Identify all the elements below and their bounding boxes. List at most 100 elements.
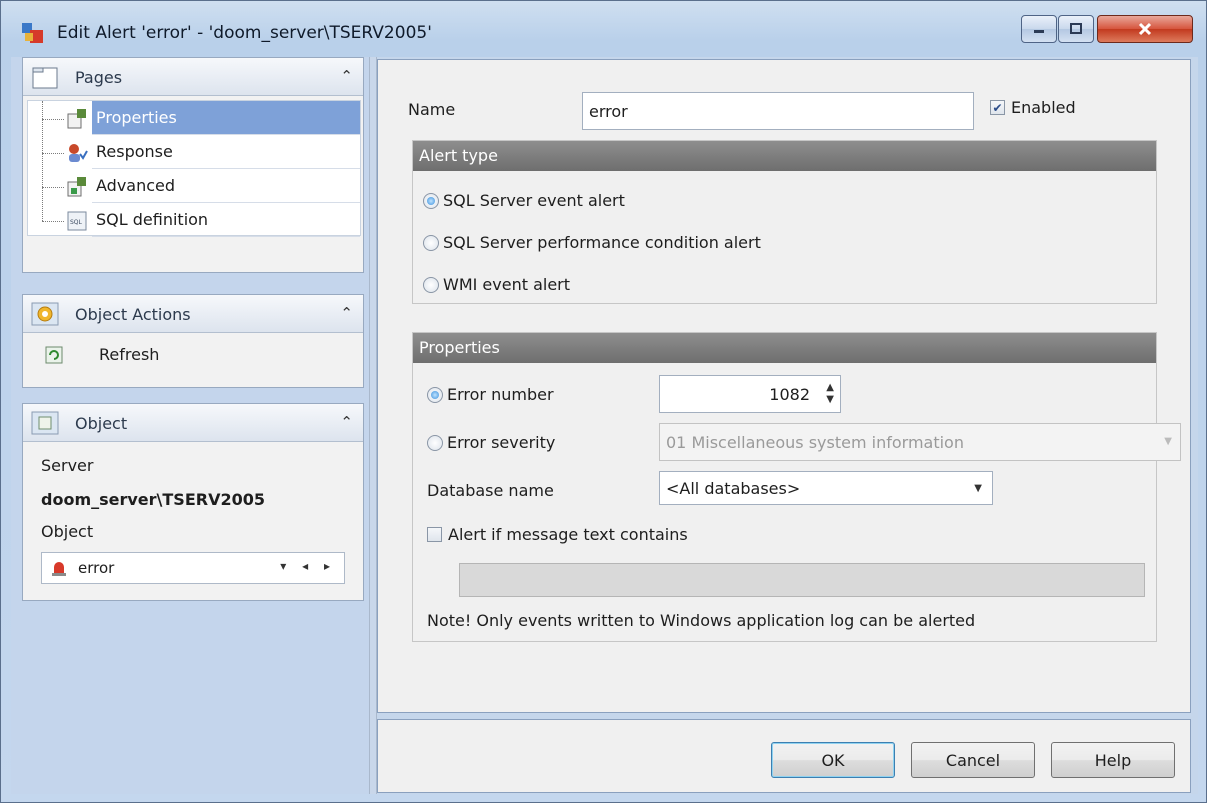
server-value: doom_server\TSERV2005: [41, 490, 265, 509]
radio-label: WMI event alert: [443, 275, 571, 294]
help-button[interactable]: Help: [1051, 742, 1175, 778]
edit-alert-window: Edit Alert 'error' - 'doom_server\TSERV2…: [0, 0, 1207, 803]
client-area: Pages ⌃ Properties Response Advanced SQL…: [11, 57, 1198, 794]
left-panel: Pages ⌃ Properties Response Advanced SQL…: [11, 57, 369, 794]
page-response[interactable]: Response: [92, 135, 360, 169]
refresh-action[interactable]: Refresh: [45, 345, 159, 364]
radio-icon[interactable]: [423, 234, 439, 251]
object-value: error: [78, 559, 115, 577]
tree-line: [42, 153, 64, 154]
tree-line: [42, 221, 64, 222]
page-properties[interactable]: Properties: [92, 101, 360, 135]
object-actions-group: Object Actions ⌃ Refresh: [22, 294, 364, 388]
spin-arrows-icon[interactable]: ▲ ▼: [826, 382, 834, 406]
radio-icon[interactable]: [427, 434, 443, 451]
object-group: Object ⌃ Server doom_server\TSERV2005 Ob…: [22, 403, 364, 601]
ok-button[interactable]: OK: [771, 742, 895, 778]
minimize-button[interactable]: [1021, 15, 1057, 43]
button-bar: OK Cancel Help: [377, 719, 1191, 793]
error-severity-select[interactable]: 01 Miscellaneous system information ▼: [659, 423, 1181, 461]
message-text-input[interactable]: [459, 563, 1145, 597]
refresh-icon: [45, 346, 63, 363]
alert-icon: [52, 562, 66, 576]
collapse-icon[interactable]: ⌃: [340, 304, 353, 322]
radio-label: SQL Server performance condition alert: [443, 233, 761, 252]
error-number-label: Error number: [447, 385, 554, 404]
maximize-button[interactable]: [1058, 15, 1094, 43]
enabled-checkbox[interactable]: ✔ Enabled: [990, 98, 1076, 117]
server-label: Server: [41, 456, 94, 475]
tree-line: [42, 119, 64, 120]
checkbox-icon[interactable]: ✔: [427, 527, 442, 542]
properties-page: Name ✔ Enabled Alert type SQL Server eve…: [377, 59, 1191, 713]
page-label: Properties: [96, 108, 177, 127]
sql-icon: SQL: [67, 211, 87, 231]
alert-text-label: Alert if message text contains: [448, 525, 688, 544]
page-label: Response: [96, 142, 173, 161]
object-icon: [31, 411, 59, 435]
enabled-label: Enabled: [1011, 98, 1076, 117]
page-advanced[interactable]: Advanced: [92, 169, 360, 203]
checkbox-checked-icon[interactable]: ✔: [990, 100, 1005, 115]
error-severity-value: 01 Miscellaneous system information: [666, 432, 964, 452]
database-select[interactable]: <All databases> ▼: [659, 471, 993, 505]
pages-group: Pages ⌃ Properties Response Advanced SQL…: [22, 57, 364, 273]
tree-line: [42, 187, 64, 188]
properties-icon: [67, 109, 86, 129]
pages-header[interactable]: Pages ⌃: [23, 58, 363, 96]
properties-frame: Properties Error number 1082 ▲ ▼ Error se…: [412, 332, 1181, 642]
error-number-spinner[interactable]: 1082 ▲ ▼: [659, 375, 841, 413]
error-severity-label: Error severity: [447, 433, 556, 452]
name-input[interactable]: [582, 92, 974, 130]
response-icon: [69, 144, 88, 162]
database-value: <All databases>: [666, 478, 801, 498]
radio-selected-icon[interactable]: [423, 192, 439, 209]
radio-error-number[interactable]: Error number: [427, 385, 554, 404]
radio-sql-event-alert[interactable]: SQL Server event alert: [423, 191, 625, 210]
refresh-label: Refresh: [99, 345, 160, 364]
radio-performance-alert[interactable]: SQL Server performance condition alert: [423, 233, 761, 252]
object-selector[interactable]: error ▾ ◂ ▸: [41, 552, 345, 584]
maximize-icon: [1070, 23, 1082, 34]
alert-type-header: Alert type: [413, 141, 1156, 171]
svg-text:SQL: SQL: [70, 219, 83, 226]
radio-wmi-alert[interactable]: WMI event alert: [423, 275, 570, 294]
gear-icon: [31, 302, 59, 326]
nav-arrows-icon[interactable]: ▾ ◂ ▸: [280, 559, 336, 573]
page-label: SQL definition: [96, 210, 209, 229]
radio-label: SQL Server event alert: [443, 191, 625, 210]
collapse-icon[interactable]: ⌃: [340, 67, 353, 85]
pages-title: Pages: [75, 68, 123, 87]
collapse-icon[interactable]: ⌃: [340, 413, 353, 431]
window-title: Edit Alert 'error' - 'doom_server\TSERV2…: [57, 23, 432, 43]
chevron-down-icon: ▼: [1164, 436, 1172, 447]
properties-header: Properties: [413, 333, 1156, 363]
close-button[interactable]: [1097, 15, 1193, 43]
error-number-value: 1082: [769, 384, 810, 404]
page-label: Advanced: [96, 176, 176, 195]
chevron-down-icon[interactable]: ▼: [974, 483, 982, 494]
pages-tree: Properties Response Advanced SQL SQL def…: [27, 100, 361, 237]
page-sql-definition[interactable]: SQL definition: [92, 203, 360, 237]
radio-selected-icon[interactable]: [427, 386, 443, 403]
alert-type-frame: Alert type SQL Server event alert SQL Se…: [412, 140, 1157, 304]
panel-splitter[interactable]: [369, 57, 377, 794]
pages-icon: [32, 67, 58, 89]
name-label: Name: [408, 100, 456, 119]
radio-icon[interactable]: [423, 276, 439, 293]
actions-title: Object Actions: [75, 305, 191, 324]
app-icon: [22, 23, 43, 43]
advanced-icon: [67, 177, 86, 197]
object-title: Object: [75, 414, 128, 433]
cancel-button[interactable]: Cancel: [911, 742, 1035, 778]
object-header[interactable]: Object ⌃: [23, 404, 363, 442]
minimize-icon: [1034, 30, 1044, 33]
close-icon: [1138, 22, 1152, 36]
actions-header[interactable]: Object Actions ⌃: [23, 295, 363, 333]
title-bar: Edit Alert 'error' - 'doom_server\TSERV2…: [1, 1, 1206, 57]
alert-text-checkbox[interactable]: ✔ Alert if message text contains: [427, 525, 688, 544]
database-label: Database name: [427, 481, 554, 500]
note-text: Note! Only events written to Windows app…: [427, 611, 976, 630]
radio-error-severity[interactable]: Error severity: [427, 433, 555, 452]
object-label: Object: [41, 522, 94, 541]
